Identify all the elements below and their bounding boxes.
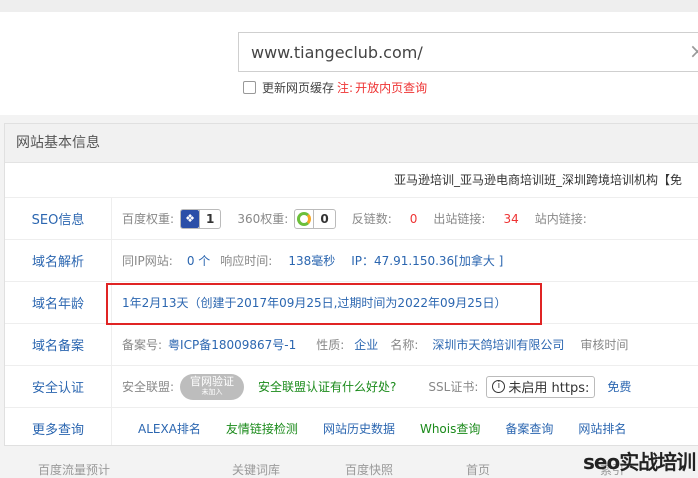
icp-value[interactable]: 粤ICP备18009867号-1	[168, 336, 296, 353]
tab-keywords[interactable]: 关键词库	[232, 461, 280, 478]
free-link[interactable]: 免费	[607, 378, 631, 395]
360-ring-icon	[295, 210, 313, 228]
whois-link[interactable]: Whois查询	[420, 420, 480, 437]
site-title-line: 亚马逊培训_亚马逊电商培训班_深圳跨境培训机构【免	[5, 163, 698, 198]
security-link[interactable]: 安全认证	[5, 366, 112, 407]
company-value: 深圳市天鸽培训有限公司	[432, 338, 565, 352]
nature-value: 企业	[354, 338, 379, 352]
alliance-benefit-link[interactable]: 安全联盟认证有什么好处?	[258, 378, 396, 395]
url-input[interactable]	[239, 33, 693, 71]
same-ip-label: 同IP网站:	[122, 254, 173, 268]
more-query-link[interactable]: 更多查询	[5, 408, 112, 445]
dns-link[interactable]: 域名解析	[5, 240, 112, 281]
baidu-weight-value: 1	[199, 209, 220, 228]
inlinks-label: 站内链接:	[534, 212, 587, 226]
info-icon: i	[492, 380, 506, 393]
audit-label: 审核时间	[580, 338, 629, 352]
url-search-box[interactable]: ×	[238, 32, 698, 72]
cache-option: 更新网页缓存 注: 开放内页查询	[243, 79, 427, 96]
clear-icon[interactable]: ×	[689, 41, 698, 61]
baidu-weight-badge[interactable]: ❖ 1	[180, 208, 222, 229]
response-label: 响应时间:	[220, 254, 273, 268]
site-rank-link[interactable]: 网站排名	[578, 420, 626, 437]
icp-query-link[interactable]: 备案查询	[505, 420, 553, 437]
backlinks-value[interactable]: 0	[410, 212, 418, 226]
seal-text: 官网验证	[190, 374, 235, 388]
baidu-paw-icon: ❖	[181, 209, 200, 228]
row-dns: 域名解析 同IP网站: 0 个 响应时间: 138毫秒 IP：47.91.150…	[5, 240, 698, 282]
highlight-box	[106, 283, 542, 325]
panel-title: 网站基本信息	[5, 124, 698, 163]
icp-label: 备案号:	[122, 338, 163, 352]
watermark: seo实战培训	[583, 450, 696, 474]
refresh-cache-checkbox[interactable]	[243, 81, 256, 94]
response-value: 138毫秒	[288, 254, 336, 268]
seal-sub: 未加入	[201, 387, 223, 396]
alliance-seal[interactable]: 官网验证 未加入	[180, 373, 245, 400]
ssl-status[interactable]: i 未启用 https:	[486, 375, 596, 398]
nature-label: 性质:	[316, 338, 345, 352]
note-label: 注:	[337, 81, 354, 95]
history-link[interactable]: 网站历史数据	[323, 420, 395, 437]
top-strip	[0, 0, 698, 12]
domain-age-link[interactable]: 域名年龄	[5, 282, 112, 323]
icp-link[interactable]: 域名备案	[5, 324, 112, 365]
same-ip-value[interactable]: 0 个	[187, 252, 210, 269]
row-more: 更多查询 ALEXA排名 友情链接检测 网站历史数据 Whois查询 备案查询 …	[5, 408, 698, 445]
outlinks-label: 出站链接:	[433, 212, 486, 226]
ssl-label: SSL证书:	[428, 380, 479, 394]
refresh-cache-label[interactable]: 更新网页缓存	[262, 79, 334, 96]
backlinks-label: 反链数:	[351, 212, 392, 226]
company-label: 名称:	[390, 338, 419, 352]
tab-snapshot[interactable]: 百度快照	[345, 461, 393, 478]
w360-label: 360权重:	[237, 212, 289, 226]
outlinks-value[interactable]: 34	[503, 212, 518, 226]
row-icp: 域名备案 备案号: 粤ICP备18009867号-1 性质: 企业 名称: 深圳…	[5, 324, 698, 366]
ip-address[interactable]: IP：47.91.150.36[加拿大 ]	[351, 252, 503, 269]
baidu-weight-label: 百度权重:	[122, 212, 175, 226]
inner-page-link[interactable]: 开放内页查询	[355, 79, 427, 96]
tab-homepage[interactable]: 首页	[466, 461, 490, 478]
tab-baidu-traffic[interactable]: 百度流量预计	[38, 461, 110, 478]
alexa-link[interactable]: ALEXA排名	[138, 420, 201, 437]
row-seo: SEO信息 百度权重: ❖ 1 360权重: 0 反链数: 0 出站链接: 34 …	[5, 198, 698, 240]
w360-value: 0	[313, 209, 334, 228]
ssl-value: 未启用 https:	[508, 381, 590, 396]
row-security: 安全认证 安全联盟: 官网验证 未加入 安全联盟认证有什么好处? SSL证书: i…	[5, 366, 698, 408]
alliance-label: 安全联盟:	[122, 380, 175, 394]
friend-link-check[interactable]: 友情链接检测	[226, 420, 298, 437]
seo-info-link[interactable]: SEO信息	[5, 198, 112, 239]
w360-badge[interactable]: 0	[294, 208, 336, 229]
site-title: 亚马逊培训_亚马逊电商培训班_深圳跨境培训机构【免	[394, 173, 683, 187]
